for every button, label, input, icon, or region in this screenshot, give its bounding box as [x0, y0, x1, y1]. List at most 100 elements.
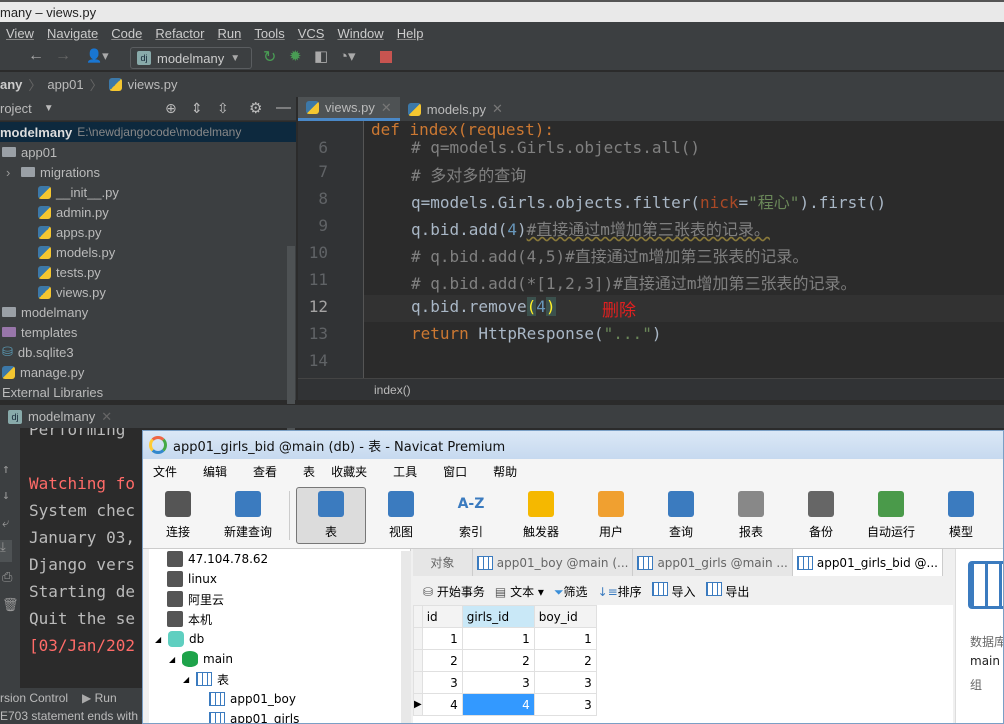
menu-edit[interactable]: 编辑 — [203, 463, 227, 480]
toolbar-index-button[interactable]: A-Z 索引 — [436, 483, 506, 548]
table-cell[interactable]: 2 — [461, 649, 535, 672]
tree-item[interactable]: tests.py — [0, 262, 296, 282]
tree-item[interactable]: modelmany E:\newdjangocode\modelmany — [0, 122, 296, 142]
profile-icon[interactable]: ◔▾ — [339, 47, 356, 65]
menu-refactor[interactable]: Refactor — [155, 26, 204, 41]
table-row[interactable]: ▶ 4 4 3 — [413, 693, 597, 716]
menu-help[interactable]: Help — [397, 26, 424, 41]
tree-item[interactable]: ◢ main — [149, 649, 410, 669]
table-cell[interactable]: 3 — [421, 671, 463, 694]
coverage-icon[interactable]: ◧ — [314, 47, 328, 65]
wrap-icon[interactable]: ⤶ — [2, 516, 9, 531]
filter-button[interactable]: ⏷筛选 — [554, 583, 588, 600]
breadcrumb-app01[interactable]: app01 — [47, 77, 83, 92]
table-cell[interactable]: 4 — [421, 693, 463, 716]
table-row[interactable]: 333 — [413, 671, 597, 694]
tab-version-control[interactable]: rsion Control — [0, 691, 68, 705]
table-cell[interactable]: 1 — [533, 627, 597, 650]
tab-app01-boy[interactable]: app01_boy @main (... — [473, 549, 634, 576]
toolbar-trigger-button[interactable]: 触发器 — [506, 483, 576, 548]
forward-icon[interactable]: → — [55, 47, 71, 65]
toolbar-view-button[interactable]: 视图 — [366, 483, 436, 548]
toolbar-query-button[interactable]: 查询 — [646, 483, 716, 548]
tree-item[interactable]: ◢ db — [149, 629, 410, 649]
trash-icon[interactable]: 🗑 — [2, 598, 19, 613]
close-icon[interactable]: ✕ — [101, 409, 112, 425]
chevron-down-icon[interactable]: ▼ — [44, 103, 54, 114]
tab-app01-girls-bid[interactable]: app01_girls_bid @... — [792, 549, 943, 576]
debug-icon[interactable]: ✹ — [289, 47, 302, 65]
print-icon[interactable]: ⎙ — [2, 570, 12, 585]
locate-icon[interactable]: ⊕ — [165, 100, 177, 117]
tree-item[interactable]: manage.py — [0, 362, 296, 382]
sort-button[interactable]: ↓≡排序 — [598, 583, 642, 600]
back-icon[interactable]: ← — [28, 47, 44, 65]
tree-item[interactable]: __init__.py — [0, 182, 296, 202]
up-icon[interactable]: ↑ — [2, 462, 10, 477]
menu-help[interactable]: 帮助 — [493, 463, 517, 480]
tree-item[interactable]: app01_boy — [149, 689, 410, 709]
project-view-select[interactable]: roject — [0, 101, 32, 116]
table-cell[interactable]: 1 — [461, 627, 535, 650]
toolbar-backup-button[interactable]: 备份 — [786, 483, 856, 548]
import-button[interactable]: 导入 — [651, 582, 696, 600]
gear-icon[interactable]: ⚙ — [249, 99, 262, 117]
tab-app01-girls[interactable]: app01_girls @main ... — [633, 549, 793, 576]
export-button[interactable]: 导出 — [705, 582, 749, 600]
table-cell[interactable]: 2 — [533, 649, 597, 672]
tab-objects[interactable]: 对象 — [413, 549, 473, 576]
run-tab-modelmany[interactable]: modelmany — [28, 409, 95, 424]
tree-item[interactable]: 阿里云 — [149, 589, 410, 609]
text-button[interactable]: ▤ 文本 ▾ — [495, 583, 544, 600]
column-header-id[interactable]: id — [421, 605, 463, 628]
tree-item[interactable]: apps.py — [0, 222, 296, 242]
expand-arrow-icon[interactable]: ◢ — [183, 675, 191, 684]
tree-item[interactable]: ⛁ db.sqlite3 — [0, 342, 296, 362]
menu-tools[interactable]: Tools — [254, 26, 284, 41]
tree-item[interactable]: admin.py — [0, 202, 296, 222]
stop-icon[interactable] — [380, 51, 392, 63]
menu-window[interactable]: 窗口 — [443, 463, 467, 480]
menu-view[interactable]: 查看 — [253, 463, 277, 480]
scrollbar[interactable] — [401, 551, 411, 723]
breadcrumb-function[interactable]: index() — [374, 383, 411, 397]
tree-item[interactable]: app01 — [0, 142, 296, 162]
table-cell[interactable]: 2 — [421, 649, 463, 672]
table-cell[interactable]: 3 — [461, 671, 535, 694]
tab-views-py[interactable]: views.py ✕ — [298, 97, 400, 121]
expand-arrow-icon[interactable]: ◢ — [155, 635, 163, 644]
chevron-right-icon[interactable]: › — [6, 165, 16, 180]
breadcrumb-file[interactable]: views.py — [128, 77, 178, 92]
hide-icon[interactable]: — — [276, 99, 291, 116]
column-header-boy-id[interactable]: boy_id — [533, 605, 597, 628]
run-console[interactable]: ↑ ↓ ⤶ ⤓ ⎙ 🗑 Performing Watching fo System … — [0, 428, 142, 688]
menu-tools[interactable]: 工具 — [393, 463, 417, 480]
menu-code[interactable]: Code — [111, 26, 142, 41]
toolbar-model-button[interactable]: 模型 — [926, 483, 996, 548]
code-editor[interactable]: 6 7 8 9 10 11 12 13 14 def index(request… — [298, 121, 1004, 378]
table-cell[interactable]: 1 — [421, 627, 463, 650]
scroll-to-end-icon[interactable]: ⤓ — [0, 540, 12, 562]
table-cell[interactable]: 4 — [461, 693, 535, 716]
collapse-all-icon[interactable]: ⇳ — [217, 100, 229, 117]
tree-item[interactable]: modelmany — [0, 302, 296, 322]
toolbar-new-query-button[interactable]: 新建查询 — [213, 483, 283, 548]
toolbar-user-button[interactable]: 用户 — [576, 483, 646, 548]
breadcrumb-project[interactable]: any — [0, 77, 22, 92]
tree-item[interactable]: linux — [149, 569, 410, 589]
toolbar-schedule-button[interactable]: 自动运行 — [856, 483, 926, 548]
expand-all-icon[interactable]: ⇕ — [191, 100, 203, 117]
close-icon[interactable]: ✕ — [381, 100, 392, 116]
close-icon[interactable]: ✕ — [492, 101, 503, 117]
tree-item[interactable]: ◢ 表 — [149, 669, 410, 689]
tree-item[interactable]: 本机 — [149, 609, 410, 629]
tree-item[interactable]: › migrations — [0, 162, 296, 182]
data-grid[interactable]: id girls_id boy_id 1 1 1 2 2 2 3 3 3 ▶ 4 4 3 — [413, 605, 953, 723]
rerun-icon[interactable]: ↻ — [263, 47, 276, 67]
toolbar-report-button[interactable]: 报表 — [716, 483, 786, 548]
expand-arrow-icon[interactable]: ◢ — [169, 655, 177, 664]
tree-item[interactable]: 47.104.78.62 — [149, 549, 410, 569]
menu-navigate[interactable]: Navigate — [47, 26, 98, 41]
user-icon[interactable]: 👤▾ — [86, 48, 109, 64]
run-config-select[interactable]: dj modelmany ▼ — [130, 47, 252, 69]
